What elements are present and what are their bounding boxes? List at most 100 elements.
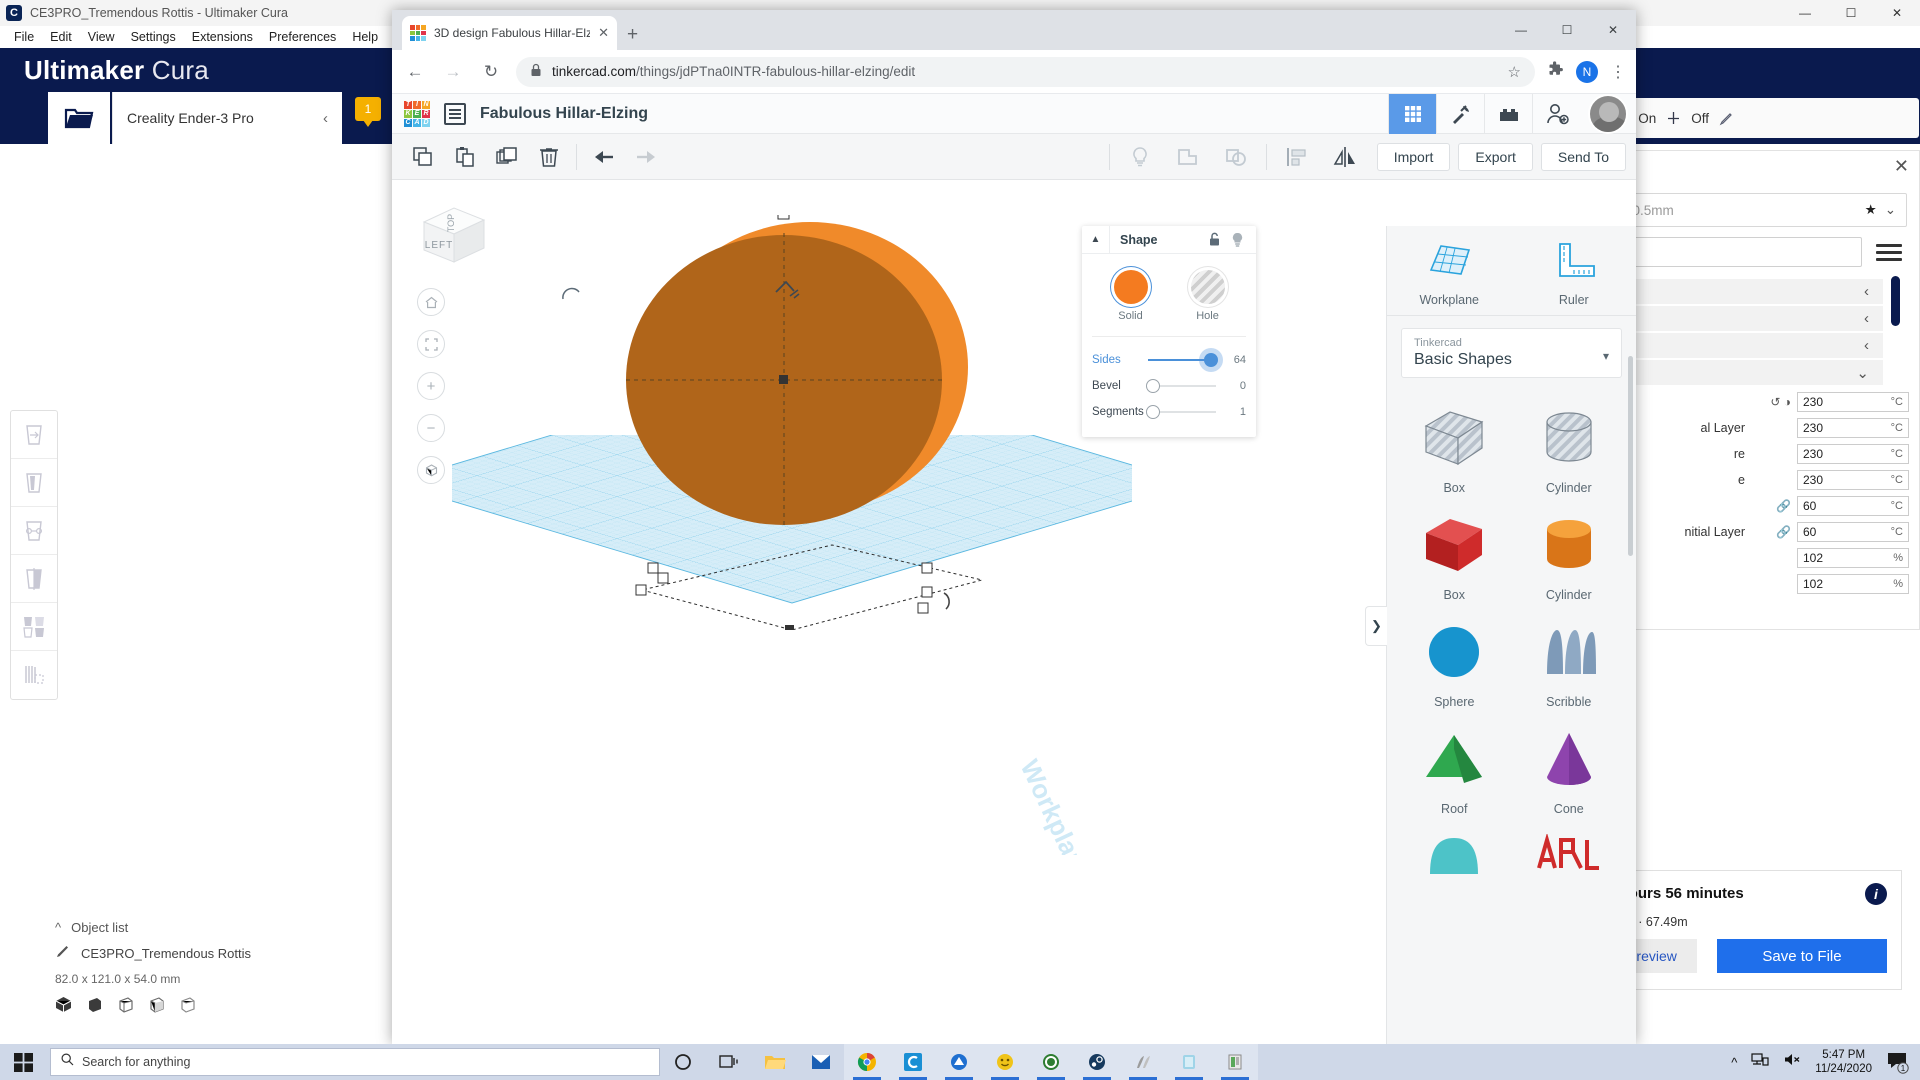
profile-avatar[interactable]: N <box>1576 60 1598 83</box>
support-blocker-tool[interactable] <box>11 651 57 699</box>
shape-item-sphere[interactable]: Sphere <box>1397 610 1512 713</box>
shape-item-roof[interactable]: Roof <box>1397 717 1512 820</box>
cura-icon[interactable] <box>890 1044 936 1080</box>
xray-view-icon[interactable] <box>86 996 103 1013</box>
blocks-icon[interactable] <box>1484 94 1532 134</box>
app-blue-icon[interactable] <box>936 1044 982 1080</box>
unlock-icon[interactable] <box>1204 226 1226 254</box>
menu-file[interactable]: File <box>6 28 42 46</box>
menu-edit[interactable]: Edit <box>42 28 80 46</box>
shape-mode-hole[interactable]: Hole <box>1177 270 1239 322</box>
mirror-icon[interactable] <box>1321 134 1369 180</box>
shape-item-box-hatched[interactable]: Box <box>1397 396 1512 499</box>
zoom-in-icon[interactable]: + <box>417 372 445 400</box>
app-green-icon[interactable] <box>1028 1044 1074 1080</box>
cura-close-button[interactable]: ✕ <box>1874 0 1920 26</box>
view-cube[interactable]: TOP LEFT <box>410 200 490 270</box>
app-teal-icon[interactable] <box>1166 1044 1212 1080</box>
tinkercad-3d-canvas[interactable]: TOP LEFT + − Workplane ▲ Shape Solid Hol… <box>392 180 1636 1044</box>
printer-selector[interactable]: Creality Ender-3 Pro ‹ <box>112 92 342 144</box>
setting-row-icons[interactable]: ↺ ◑ <box>1749 395 1797 409</box>
task-view-icon[interactable] <box>706 1044 752 1080</box>
avatar[interactable] <box>1588 94 1628 134</box>
layers-view-icon[interactable] <box>148 996 165 1013</box>
pick-icon[interactable] <box>1436 94 1484 134</box>
menu-extensions[interactable]: Extensions <box>184 28 261 46</box>
app-doc-icon[interactable] <box>1212 1044 1258 1080</box>
menu-settings[interactable]: Settings <box>123 28 184 46</box>
cura-maximize-button[interactable]: ☐ <box>1828 0 1874 26</box>
per-model-settings-tool[interactable] <box>11 603 57 651</box>
grid-icon[interactable] <box>1388 94 1436 134</box>
menu-view[interactable]: View <box>80 28 123 46</box>
object-list-item[interactable]: CE3PRO_Tremendous Rottis <box>55 943 385 964</box>
shape-mode-solid[interactable]: Solid <box>1100 270 1162 322</box>
setting-value-input[interactable]: 102 % <box>1797 573 1909 594</box>
back-button[interactable]: ← <box>402 59 428 85</box>
forward-button[interactable]: → <box>440 59 466 85</box>
browser-tab[interactable]: 3D design Fabulous Hillar-Elzing ✕ <box>402 16 617 50</box>
mirror-tool[interactable] <box>11 555 57 603</box>
send-to-button[interactable]: Send To <box>1540 142 1626 171</box>
duplicate-icon[interactable] <box>486 134 528 180</box>
setting-value-input[interactable]: 230 °C <box>1797 391 1909 412</box>
file-explorer-icon[interactable] <box>752 1044 798 1080</box>
rotate-tool[interactable] <box>11 507 57 555</box>
setting-value-input[interactable]: 102 % <box>1797 547 1909 568</box>
bevel-slider-knob[interactable] <box>1146 379 1160 393</box>
setting-value-input[interactable]: 60 °C <box>1797 495 1909 516</box>
setting-row-icons[interactable]: 🔗 <box>1749 499 1797 513</box>
setting-value-input[interactable]: 230 °C <box>1797 417 1909 438</box>
document-title[interactable]: Fabulous Hillar-Elzing <box>480 105 648 123</box>
menu-preferences[interactable]: Preferences <box>261 28 344 46</box>
address-bar[interactable]: tinkercad.com/things/jdPTna0INTR-fabulou… <box>516 56 1535 87</box>
move-tool[interactable] <box>11 411 57 459</box>
lightbulb-icon[interactable] <box>1226 226 1248 254</box>
zoom-out-icon[interactable]: − <box>417 414 445 442</box>
volume-muted-icon[interactable] <box>1783 1052 1801 1072</box>
solid-view-icon[interactable] <box>55 996 72 1013</box>
settings-scrollbar[interactable] <box>1891 276 1900 326</box>
chevron-up-icon[interactable]: ^ <box>1731 1055 1737 1070</box>
network-icon[interactable] <box>1751 1052 1769 1072</box>
setting-value-input[interactable]: 60 °C <box>1797 521 1909 542</box>
segments-slider-knob[interactable] <box>1146 405 1160 419</box>
align-icon[interactable] <box>1273 134 1321 180</box>
undo-icon[interactable] <box>583 134 625 180</box>
wireframe-view-icon[interactable] <box>117 996 134 1013</box>
reload-button[interactable]: ↻ <box>478 59 504 85</box>
chrome-icon[interactable] <box>844 1044 890 1080</box>
tinkercad-logo[interactable]: TIN KER CAD <box>404 100 430 127</box>
lightbulb-icon[interactable] <box>1116 134 1164 180</box>
fit-icon[interactable] <box>417 330 445 358</box>
extensions-icon[interactable] <box>1547 61 1564 82</box>
mail-icon[interactable] <box>798 1044 844 1080</box>
settings-close-button[interactable]: ✕ <box>1894 156 1909 177</box>
setting-value-input[interactable]: 230 °C <box>1797 443 1909 464</box>
shape-item-cylinder-orange[interactable]: Cylinder <box>1512 503 1627 606</box>
steam-icon[interactable] <box>1074 1044 1120 1080</box>
ghost-view-icon[interactable] <box>179 996 196 1013</box>
app-smiley-icon[interactable] <box>982 1044 1028 1080</box>
home-icon[interactable] <box>417 288 445 316</box>
redo-icon[interactable] <box>625 134 667 180</box>
setting-value-input[interactable]: 230 °C <box>1797 469 1909 490</box>
search-input[interactable]: Search for anything <box>50 1048 660 1076</box>
rotate-arc-top-icon[interactable] <box>772 276 812 306</box>
setting-row-icons[interactable]: 🔗 <box>1749 525 1797 539</box>
group-icon[interactable] <box>1164 134 1212 180</box>
cortana-icon[interactable] <box>660 1044 706 1080</box>
paste-icon[interactable] <box>444 134 486 180</box>
rotate-arc-left-icon[interactable] <box>557 275 597 305</box>
edit-pencil-icon[interactable] <box>1719 111 1734 126</box>
notification-center-icon[interactable]: 1 <box>1886 1050 1910 1074</box>
selection-bounding-box[interactable] <box>632 535 992 630</box>
favorite-star-icon[interactable]: ★ <box>1865 202 1877 218</box>
segments-slider-track[interactable] <box>1146 405 1216 419</box>
menu-help[interactable]: Help <box>344 28 386 46</box>
open-file-button[interactable] <box>48 92 110 144</box>
collapse-icon[interactable]: ▲ <box>1082 225 1110 254</box>
new-tab-button[interactable]: + <box>627 24 638 46</box>
app-gray-icon[interactable] <box>1120 1044 1166 1080</box>
sidebar-collapse-tab[interactable]: ❯ <box>1365 606 1387 646</box>
